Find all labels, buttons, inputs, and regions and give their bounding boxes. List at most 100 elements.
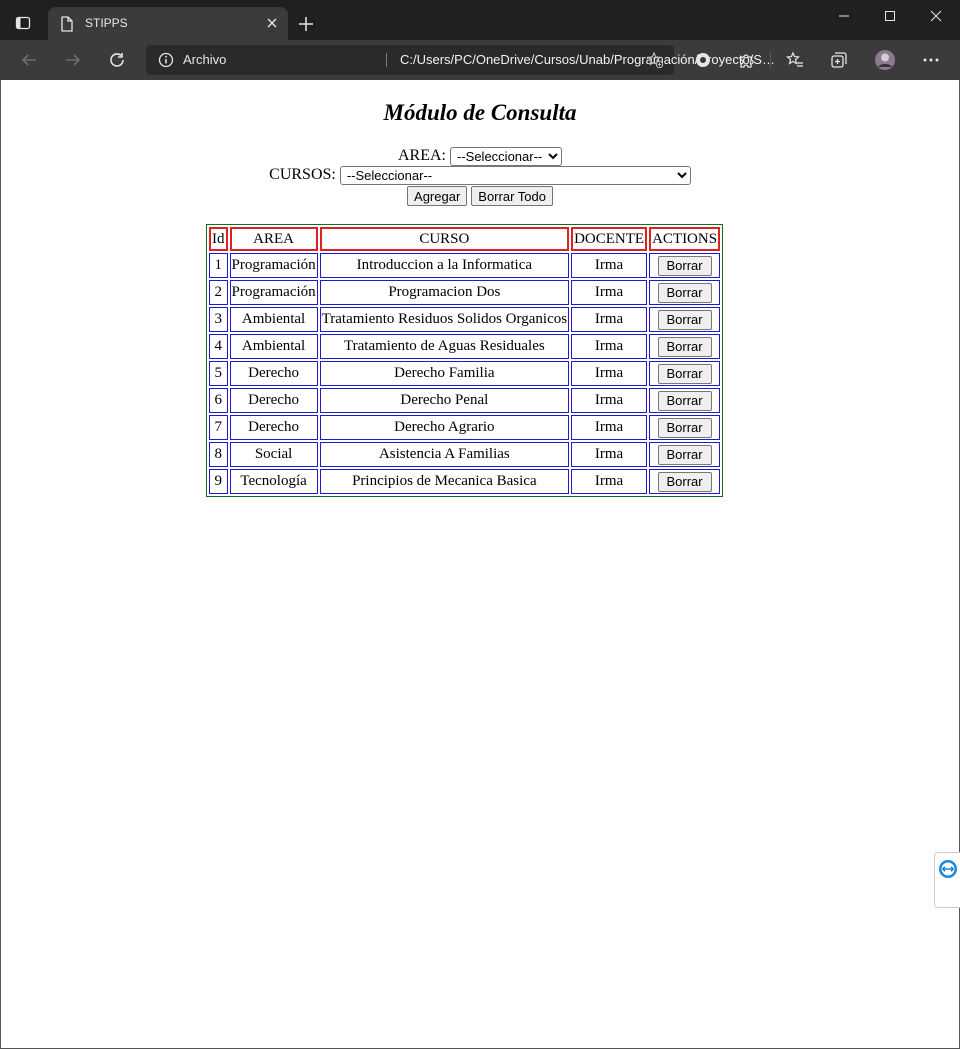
table-row: 6 Derecho Derecho Penal Irma Borrar bbox=[209, 388, 721, 413]
cell-actions: Borrar bbox=[649, 307, 721, 332]
cell-area: Social bbox=[229, 442, 318, 467]
cell-actions: Borrar bbox=[649, 469, 721, 494]
cell-area: Ambiental bbox=[229, 307, 318, 332]
window-close-icon[interactable] bbox=[923, 8, 949, 24]
avatar[interactable] bbox=[874, 50, 896, 70]
browser-titlebar: STIPPS bbox=[0, 0, 960, 40]
cell-area: Derecho bbox=[229, 388, 318, 413]
cursos-label: CURSOS: bbox=[269, 166, 336, 184]
cell-area: Tecnología bbox=[229, 469, 318, 494]
cell-actions: Borrar bbox=[649, 361, 721, 386]
table-header-row: Id AREA CURSO DOCENTE ACTIONS bbox=[209, 227, 721, 251]
document-icon bbox=[60, 16, 74, 37]
header-area: AREA bbox=[229, 227, 318, 251]
table-row: 5 Derecho Derecho Familia Irma Borrar bbox=[209, 361, 721, 386]
cell-actions: Borrar bbox=[649, 388, 721, 413]
table-row: 3 Ambiental Tratamiento Residuos Solidos… bbox=[209, 307, 721, 332]
cell-curso: Asistencia A Familias bbox=[319, 442, 570, 467]
cell-curso: Derecho Agrario bbox=[319, 415, 570, 440]
cell-curso: Programacion Dos bbox=[319, 280, 570, 305]
cell-docente: Irma bbox=[571, 334, 648, 359]
cell-curso: Derecho Penal bbox=[319, 388, 570, 413]
favorites-icon[interactable] bbox=[784, 50, 806, 70]
cell-docente: Irma bbox=[571, 361, 648, 386]
minimize-icon[interactable] bbox=[831, 8, 857, 24]
cell-curso: Introduccion a la Informatica bbox=[319, 253, 570, 278]
table-row: 8 Social Asistencia A Familias Irma Borr… bbox=[209, 442, 721, 467]
table-row: 1 Programación Introduccion a la Informa… bbox=[209, 253, 721, 278]
cell-actions: Borrar bbox=[649, 253, 721, 278]
header-curso: CURSO bbox=[319, 227, 570, 251]
table-row: 7 Derecho Derecho Agrario Irma Borrar bbox=[209, 415, 721, 440]
cell-area: Programación bbox=[229, 280, 318, 305]
url-text[interactable]: C:/Users/PC/OneDrive/Cursos/Unab/Program… bbox=[400, 45, 780, 75]
info-icon[interactable] bbox=[158, 52, 174, 73]
delete-button[interactable]: Borrar bbox=[657, 390, 712, 411]
area-row: AREA: --Seleccionar-- bbox=[0, 147, 960, 166]
cell-actions: Borrar bbox=[649, 442, 721, 467]
delete-button[interactable]: Borrar bbox=[657, 363, 712, 384]
actions-row: Agregar Borrar Todo bbox=[0, 186, 960, 206]
add-favorite-icon[interactable] bbox=[646, 51, 664, 74]
cell-curso: Tratamiento Residuos Solidos Organicos bbox=[319, 307, 570, 332]
browser-toolbar: Archivo C:/Users/PC/OneDrive/Cursos/Unab… bbox=[0, 40, 960, 80]
tracking-icon[interactable] bbox=[692, 50, 714, 70]
close-icon[interactable] bbox=[264, 15, 280, 31]
cell-id: 4 bbox=[209, 334, 228, 359]
reload-icon[interactable] bbox=[106, 50, 128, 70]
cell-id: 3 bbox=[209, 307, 228, 332]
cell-area: Programación bbox=[229, 253, 318, 278]
more-icon[interactable] bbox=[920, 50, 942, 70]
site-info-label[interactable]: Archivo bbox=[183, 52, 226, 67]
cursos-select[interactable]: --Seleccionar-- bbox=[339, 166, 691, 185]
header-actions: ACTIONS bbox=[649, 227, 721, 251]
delete-button[interactable]: Borrar bbox=[657, 444, 712, 465]
header-id: Id bbox=[209, 227, 228, 251]
delete-button[interactable]: Borrar bbox=[657, 255, 712, 276]
cell-actions: Borrar bbox=[649, 415, 721, 440]
cell-actions: Borrar bbox=[649, 280, 721, 305]
cell-id: 8 bbox=[209, 442, 228, 467]
table-row: 2 Programación Programacion Dos Irma Bor… bbox=[209, 280, 721, 305]
address-bar[interactable]: Archivo C:/Users/PC/OneDrive/Cursos/Unab… bbox=[146, 45, 780, 75]
area-label: AREA: bbox=[398, 147, 446, 165]
delete-button[interactable]: Borrar bbox=[657, 417, 712, 438]
cell-area: Ambiental bbox=[229, 334, 318, 359]
teamviewer-widget[interactable] bbox=[934, 852, 960, 908]
delete-button[interactable]: Borrar bbox=[657, 282, 712, 303]
tab-actions-icon[interactable] bbox=[10, 10, 36, 36]
header-docente: DOCENTE bbox=[571, 227, 648, 251]
collections-icon[interactable] bbox=[828, 50, 850, 70]
tab-title: STIPPS bbox=[85, 16, 128, 30]
cell-id: 9 bbox=[209, 469, 228, 494]
table-row: 9 Tecnología Principios de Mecanica Basi… bbox=[209, 469, 721, 494]
toolbar-separator bbox=[770, 52, 771, 68]
cell-id: 5 bbox=[209, 361, 228, 386]
teamviewer-icon bbox=[938, 859, 958, 884]
page-title: Módulo de Consulta bbox=[383, 100, 577, 125]
clear-all-button[interactable]: Borrar Todo bbox=[471, 186, 553, 206]
cell-docente: Irma bbox=[571, 280, 648, 305]
cell-docente: Irma bbox=[571, 469, 648, 494]
cell-docente: Irma bbox=[571, 388, 648, 413]
cursos-row: CURSOS: --Seleccionar-- bbox=[0, 166, 960, 185]
puzzle-icon[interactable] bbox=[736, 50, 758, 70]
address-separator bbox=[386, 53, 387, 67]
add-button[interactable]: Agregar bbox=[407, 186, 468, 206]
cell-actions: Borrar bbox=[649, 334, 721, 359]
area-select[interactable]: --Seleccionar-- bbox=[450, 147, 562, 166]
plus-icon[interactable] bbox=[296, 14, 316, 34]
table-row: 4 Ambiental Tratamiento de Aguas Residua… bbox=[209, 334, 721, 359]
browser-tab[interactable]: STIPPS bbox=[48, 7, 288, 40]
delete-button[interactable]: Borrar bbox=[657, 336, 712, 357]
cell-id: 7 bbox=[209, 415, 228, 440]
delete-button[interactable]: Borrar bbox=[657, 309, 712, 330]
forward-arrow-icon[interactable] bbox=[62, 50, 84, 70]
back-arrow-icon[interactable] bbox=[18, 50, 40, 70]
cell-id: 2 bbox=[209, 280, 228, 305]
maximize-icon[interactable] bbox=[877, 8, 903, 24]
delete-button[interactable]: Borrar bbox=[657, 471, 712, 492]
courses-table: Id AREA CURSO DOCENTE ACTIONS 1 Programa… bbox=[206, 224, 724, 497]
cell-area: Derecho bbox=[229, 415, 318, 440]
cell-docente: Irma bbox=[571, 307, 648, 332]
